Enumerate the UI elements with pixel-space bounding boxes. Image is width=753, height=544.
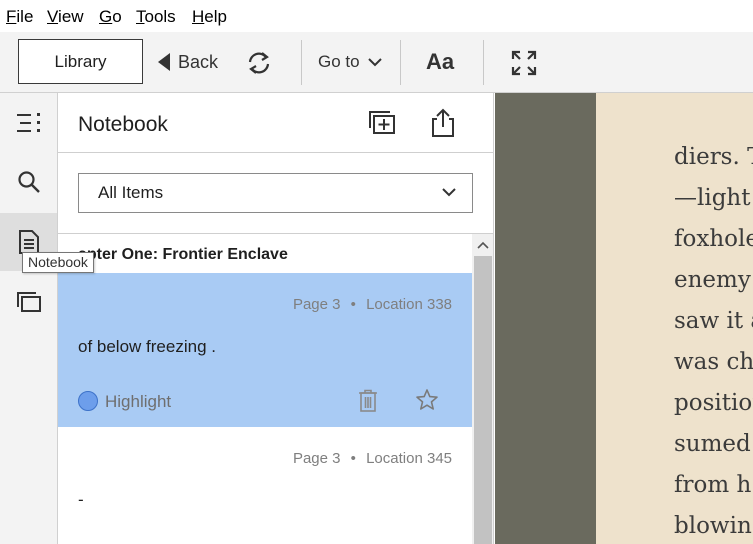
menu-go[interactable]: Go — [99, 7, 122, 27]
scroll-thumb[interactable] — [474, 256, 492, 544]
scroll-up-button[interactable] — [472, 234, 493, 256]
highlight-color-dot[interactable] — [78, 391, 98, 411]
note-location-value: Location 345 — [366, 450, 452, 467]
menu-view-label: iew — [58, 7, 84, 26]
notes-filter-select[interactable]: All Items — [78, 173, 473, 213]
menu-help-mnemonic: H — [192, 7, 205, 26]
notebook-panel: Notebook All Items apter One: Frontier E… — [58, 93, 494, 544]
note-item[interactable]: Page 3 • Location 345 - — [58, 427, 472, 544]
book-text-line: diers. T — [674, 144, 753, 170]
sync-icon — [248, 52, 270, 74]
toolbar: Library Back Go to Aa — [0, 32, 753, 93]
trash-icon — [359, 389, 377, 412]
menu-view[interactable]: View — [47, 7, 84, 27]
chapter-heading: apter One: Frontier Enclave — [78, 246, 288, 263]
book-text-line: —light — [674, 185, 751, 211]
star-icon — [416, 389, 438, 410]
chevron-up-icon — [477, 241, 489, 249]
rail-toc-button[interactable] — [0, 94, 57, 152]
reader-margin — [495, 93, 596, 544]
menu-view-mnemonic: V — [47, 7, 59, 26]
toolbar-separator — [483, 40, 484, 85]
menu-bar: File View Go Tools Help — [0, 0, 753, 32]
note-page: Page 3 — [292, 296, 341, 313]
list-divider — [58, 233, 493, 234]
menu-file-label: ile — [16, 7, 34, 26]
toolbar-separator — [400, 40, 401, 85]
bullet-separator: • — [350, 450, 356, 467]
back-button-label: Back — [178, 51, 219, 72]
goto-button-label: Go to — [318, 52, 360, 71]
library-button[interactable]: Library — [18, 39, 143, 84]
notebook-title: Notebook — [78, 113, 168, 136]
book-text-line: was ch — [674, 349, 753, 375]
notes-filter-value: All Items — [98, 183, 164, 202]
add-flashcard-icon — [369, 111, 395, 134]
note-text: of below freezing . — [78, 337, 216, 356]
chevron-down-icon — [367, 57, 382, 66]
favorite-note-button[interactable] — [415, 388, 439, 412]
sync-button[interactable] — [245, 49, 273, 77]
menu-tools[interactable]: Tools — [136, 7, 176, 27]
chevron-down-icon — [442, 188, 456, 197]
book-text-line: saw it a — [674, 308, 753, 334]
book-text-line: blowin — [674, 513, 752, 539]
fullscreen-icon — [511, 50, 537, 76]
notebook-tooltip: Notebook — [22, 252, 94, 273]
menu-help-label: elp — [204, 7, 227, 26]
goto-button[interactable]: Go to — [318, 52, 382, 72]
book-page[interactable]: diers. T —light foxhole enemy saw it a w… — [596, 93, 753, 544]
fullscreen-button[interactable] — [511, 50, 537, 76]
delete-note-button[interactable] — [358, 389, 378, 413]
library-button-label: Library — [54, 51, 107, 71]
back-arrow-icon — [158, 53, 170, 71]
note-text: - — [78, 490, 84, 509]
menu-tools-label: ools — [144, 7, 176, 26]
menu-go-mnemonic: G — [99, 7, 113, 26]
menu-file-mnemonic: F — [6, 7, 17, 26]
share-icon — [432, 108, 454, 137]
flashcard-create-button[interactable] — [368, 110, 396, 136]
font-settings-label: Aa — [426, 49, 455, 74]
rail-flashcards-button[interactable] — [0, 273, 57, 331]
font-settings-button[interactable]: Aa — [426, 49, 454, 75]
book-text-line: sumed — [674, 431, 751, 457]
table-of-contents-icon — [16, 113, 40, 132]
bullet-separator: • — [350, 296, 356, 313]
book-text-line: from h — [674, 472, 752, 498]
menu-tools-mnemonic: T — [136, 7, 145, 26]
book-text-line: foxhole — [674, 226, 753, 252]
notes-scrollbar[interactable] — [472, 234, 493, 544]
note-location-value: Location 338 — [366, 296, 452, 313]
export-notes-button[interactable] — [430, 108, 456, 138]
note-location: Page 3 • Location 338 — [293, 296, 452, 313]
menu-go-label: o — [112, 7, 122, 26]
book-text-line: position — [674, 390, 753, 416]
rail-search-button[interactable] — [0, 153, 57, 211]
back-button[interactable]: Back — [158, 50, 218, 74]
note-location: Page 3 • Location 345 — [293, 450, 452, 467]
note-item[interactable]: Page 3 • Location 338 of below freezing … — [58, 273, 472, 427]
note-page: Page 3 — [292, 450, 341, 467]
search-icon — [17, 171, 40, 193]
book-text-line: enemy — [674, 267, 751, 293]
menu-help[interactable]: Help — [192, 7, 227, 27]
toolbar-separator — [301, 40, 302, 85]
side-rail — [0, 93, 58, 544]
menu-file[interactable]: File — [6, 7, 33, 27]
highlight-label: Highlight — [105, 392, 172, 411]
notebook-header: Notebook — [58, 93, 493, 153]
flashcards-icon — [16, 292, 41, 312]
